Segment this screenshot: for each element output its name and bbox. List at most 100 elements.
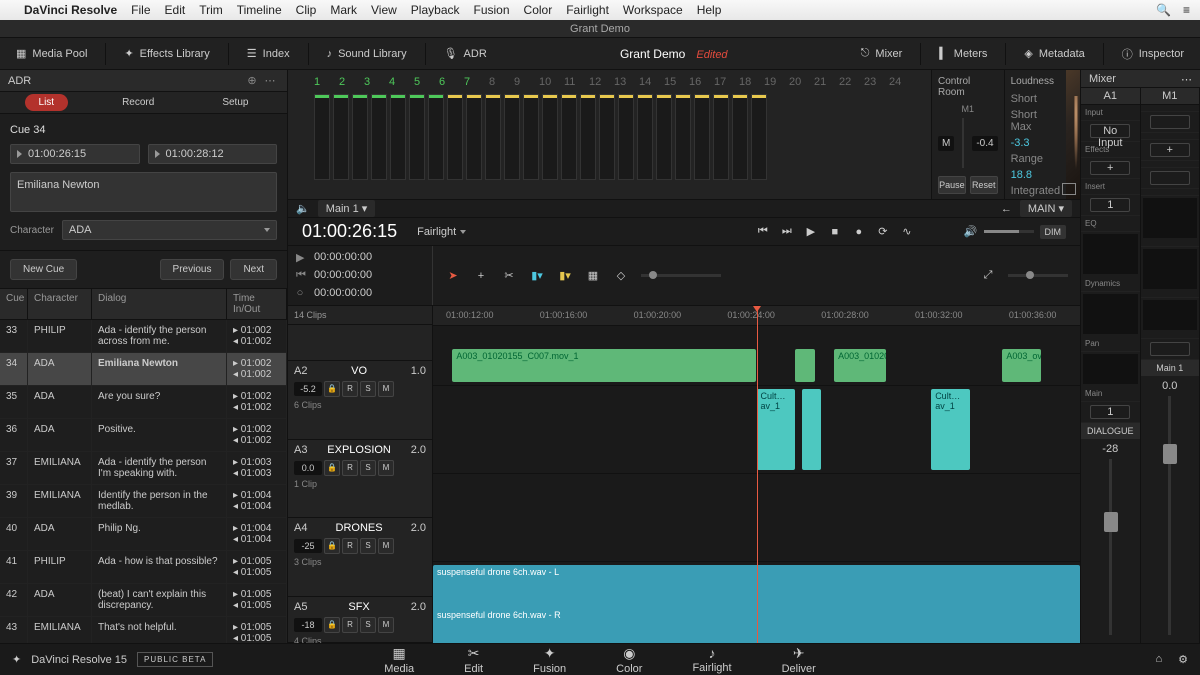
- time-marker[interactable]: 01:00:32:00: [915, 310, 963, 320]
- speaker-icon[interactable]: 🔈: [296, 202, 310, 215]
- adr-pin-icon[interactable]: ⊕: [243, 74, 261, 87]
- mute-button[interactable]: M: [378, 617, 394, 633]
- hdr-time[interactable]: Time In/Out: [227, 289, 287, 319]
- inspector-toggle[interactable]: ⓘInspector: [1112, 42, 1194, 66]
- media-pool-button[interactable]: ▦Media Pool: [6, 43, 97, 64]
- clip[interactable]: A003_ov_1: [1002, 349, 1041, 382]
- cue-row[interactable]: 33PHILIPAda - identify the person across…: [0, 320, 287, 353]
- input-select[interactable]: No Input: [1090, 124, 1130, 138]
- gain-field[interactable]: -18: [294, 618, 322, 632]
- arrow-left-icon[interactable]: ←: [1001, 203, 1012, 215]
- search-icon[interactable]: 🔍: [1156, 3, 1171, 17]
- time-marker[interactable]: 01:00:20:00: [634, 310, 682, 320]
- cue-row[interactable]: 43EMILIANAThat's not helpful.▸ 01:005◂ 0…: [0, 617, 287, 643]
- automation-icon[interactable]: ∿: [900, 225, 914, 239]
- cue-row[interactable]: 40ADAPhilip Ng.▸ 01:004◂ 01:004: [0, 518, 287, 551]
- adr-button[interactable]: 🎙ADR: [434, 43, 497, 64]
- index-button[interactable]: ☰Index: [237, 43, 300, 64]
- cue-row[interactable]: 37EMILIANAAda - identify the person I'm …: [0, 452, 287, 485]
- arm-button[interactable]: R: [342, 460, 358, 476]
- clip[interactable]: A003_01020…: [834, 349, 886, 382]
- cue-row[interactable]: 42ADA(beat) I can't explain this discrep…: [0, 584, 287, 617]
- dialog-text-field[interactable]: Emiliana Newton: [10, 172, 277, 212]
- cue-row[interactable]: 34ADAEmiliana Newton▸ 01:002◂ 01:002: [0, 353, 287, 386]
- playhead[interactable]: [757, 306, 758, 643]
- arm-button[interactable]: R: [342, 381, 358, 397]
- cr-level[interactable]: -0.4: [972, 136, 997, 151]
- page-color[interactable]: ◉Color: [616, 645, 642, 675]
- menu-fairlight[interactable]: Fairlight: [566, 3, 609, 17]
- page-deliver[interactable]: ✈Deliver: [782, 645, 816, 675]
- loop-icon[interactable]: ○: [296, 287, 304, 299]
- strip-label[interactable]: M1: [1141, 88, 1200, 105]
- page-media[interactable]: ▦Media: [384, 645, 414, 675]
- menu-view[interactable]: View: [371, 3, 397, 17]
- dim-button[interactable]: DIM: [1040, 225, 1067, 239]
- fader[interactable]: [1109, 459, 1112, 635]
- record-button[interactable]: ●: [852, 225, 866, 239]
- play-icon[interactable]: ▶: [296, 251, 304, 264]
- effects-add[interactable]: +: [1090, 161, 1130, 175]
- solo-button[interactable]: S: [360, 617, 376, 633]
- mute-button[interactable]: M: [938, 136, 954, 151]
- menu-color[interactable]: Color: [524, 3, 553, 17]
- track-header[interactable]: A2VO1.0 -5.2 🔒 R S M 6 Clips: [288, 361, 432, 440]
- loop-button[interactable]: ⟳: [876, 225, 890, 239]
- tab-record[interactable]: Record: [108, 94, 168, 111]
- menu-timeline[interactable]: Timeline: [237, 3, 282, 17]
- lock-button[interactable]: 🔒: [324, 617, 340, 633]
- dynamics-panel[interactable]: [1083, 294, 1138, 334]
- mixer-toggle[interactable]: ⎋Mixer: [851, 43, 913, 64]
- volume-slider[interactable]: [984, 230, 1034, 233]
- menu-edit[interactable]: Edit: [165, 3, 186, 17]
- razor-tool[interactable]: ✂: [501, 268, 517, 284]
- track-header[interactable]: A3EXPLOSION2.0 0.0 🔒 R S M 1 Clip: [288, 440, 432, 519]
- hdr-character[interactable]: Character: [28, 289, 92, 319]
- menu-playback[interactable]: Playback: [411, 3, 460, 17]
- hdr-cue[interactable]: Cue: [0, 289, 28, 319]
- lock-button[interactable]: 🔒: [324, 538, 340, 554]
- sound-library-button[interactable]: ♪Sound Library: [317, 44, 417, 64]
- hdr-dialog[interactable]: Dialog: [92, 289, 227, 319]
- eq-panel[interactable]: [1083, 234, 1138, 274]
- menu-file[interactable]: File: [131, 3, 150, 17]
- time-marker[interactable]: 01:00:36:00: [1009, 310, 1057, 320]
- solo-button[interactable]: S: [360, 381, 376, 397]
- previous-button[interactable]: Previous: [160, 259, 225, 280]
- mute-button[interactable]: M: [378, 460, 394, 476]
- adr-options-icon[interactable]: ⋯: [261, 74, 279, 87]
- menu-workspace[interactable]: Workspace: [623, 3, 683, 17]
- zoom-slider[interactable]: [641, 274, 721, 277]
- clip[interactable]: [795, 349, 814, 382]
- add-marker-button[interactable]: +: [473, 268, 489, 284]
- cue-row[interactable]: 39EMILIANAIdentify the person in the med…: [0, 485, 287, 518]
- cue-row[interactable]: 41PHILIPAda - how is that possible?▸ 01:…: [0, 551, 287, 584]
- reset-button[interactable]: Reset: [970, 176, 998, 194]
- link-button[interactable]: ◇: [613, 268, 629, 284]
- track-header[interactable]: A5SFX2.0 -18 🔒 R S M 4 Clips: [288, 597, 432, 643]
- expand-viewer-icon[interactable]: [1062, 183, 1076, 195]
- flag-yellow-button[interactable]: ▮▾: [557, 268, 573, 284]
- tc-in-field[interactable]: 01:00:26:15: [10, 144, 140, 164]
- menu-fusion[interactable]: Fusion: [474, 3, 510, 17]
- track-zoom-slider[interactable]: [1008, 274, 1068, 277]
- insert-slot[interactable]: 1: [1090, 198, 1130, 212]
- settings-icon[interactable]: ⚙: [1178, 653, 1188, 666]
- lock-button[interactable]: 🔒: [324, 381, 340, 397]
- monitor-main-select[interactable]: MAIN ▾: [1020, 200, 1072, 217]
- tab-setup[interactable]: Setup: [208, 94, 262, 111]
- arm-button[interactable]: R: [342, 538, 358, 554]
- clip[interactable]: Cult…av_1: [757, 389, 796, 470]
- selection-tool[interactable]: ➤: [445, 268, 461, 284]
- monitor-source-select[interactable]: Main 1 ▾: [318, 200, 376, 217]
- play-button[interactable]: ▶: [804, 225, 818, 239]
- arm-button[interactable]: R: [342, 617, 358, 633]
- main-bus[interactable]: 1: [1090, 405, 1130, 419]
- time-marker[interactable]: 01:00:12:00: [446, 310, 494, 320]
- effects-library-button[interactable]: ✦Effects Library: [114, 43, 219, 64]
- video-viewer[interactable]: [1066, 70, 1080, 199]
- mute-button[interactable]: M: [378, 538, 394, 554]
- page-edit[interactable]: ✂Edit: [464, 645, 483, 675]
- speaker-icon[interactable]: 🔊: [964, 225, 978, 238]
- track-header[interactable]: A4DRONES2.0 -25 🔒 R S M 3 Clips: [288, 518, 432, 597]
